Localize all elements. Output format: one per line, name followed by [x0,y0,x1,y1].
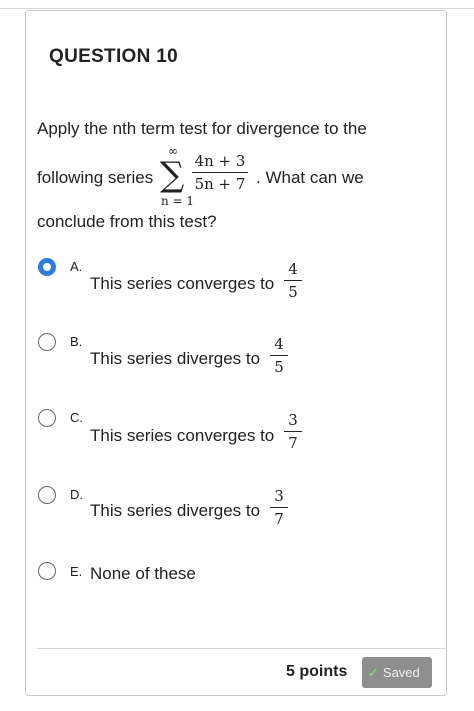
option-b-text: This series diverges to [90,349,261,368]
series-denominator: 5n + 7 [194,175,246,193]
fraction-bar [270,507,288,508]
radio-option-b[interactable] [38,333,56,351]
radio-option-c[interactable] [38,409,56,427]
question-text-line-2-suffix: . What can we [256,168,364,187]
option-b-fraction: 4 5 [270,335,288,376]
fraction-bar [284,280,302,281]
option-a-letter: A. [70,259,83,274]
question-text-line-2-prefix: following series [37,168,154,187]
saved-label: Saved [382,665,420,680]
option-c-denominator: 7 [288,434,298,452]
radio-option-a[interactable] [38,258,56,276]
option-c-text: This series converges to [90,426,275,445]
option-d-numerator: 3 [274,487,284,505]
radio-option-d[interactable] [38,486,56,504]
question-text-line-1: Apply the nth term test for divergence t… [37,119,367,138]
option-d-denominator: 7 [274,510,284,528]
option-d-text: This series diverges to [90,501,261,520]
fraction-bar [284,431,302,432]
option-c-numerator: 3 [288,411,298,429]
option-c-letter: C. [70,410,83,425]
option-c-fraction: 3 7 [284,411,302,452]
option-e-letter: E. [70,564,83,579]
option-a-numerator: 4 [288,260,298,278]
series-fraction: 4n + 3 5n + 7 [192,152,248,193]
series-numerator: 4n + 3 [194,152,246,170]
option-d-letter: D. [70,487,83,502]
option-e-text: None of these [90,564,196,583]
question-number: QUESTION 10 [49,46,178,67]
check-icon: ✓ [368,665,379,680]
points-label: 5 points [286,663,348,680]
option-a-fraction: 4 5 [284,260,302,301]
option-a-text: This series converges to [90,274,275,293]
radio-option-e[interactable] [38,562,56,580]
fraction-bar [270,355,288,356]
option-a-denominator: 5 [288,283,298,301]
option-b-letter: B. [70,334,83,349]
question-text-line-3: conclude from this test? [37,212,217,231]
summation-symbol: ∑ [160,155,185,195]
saved-status-button: ✓ Saved [362,657,432,688]
option-b-numerator: 4 [274,335,284,353]
sum-lower-limit: n = 1 [161,194,195,208]
option-d-fraction: 3 7 [270,487,288,528]
fraction-bar [192,172,248,173]
option-b-denominator: 5 [274,358,284,376]
top-divider [0,8,474,9]
footer-divider [37,648,447,649]
